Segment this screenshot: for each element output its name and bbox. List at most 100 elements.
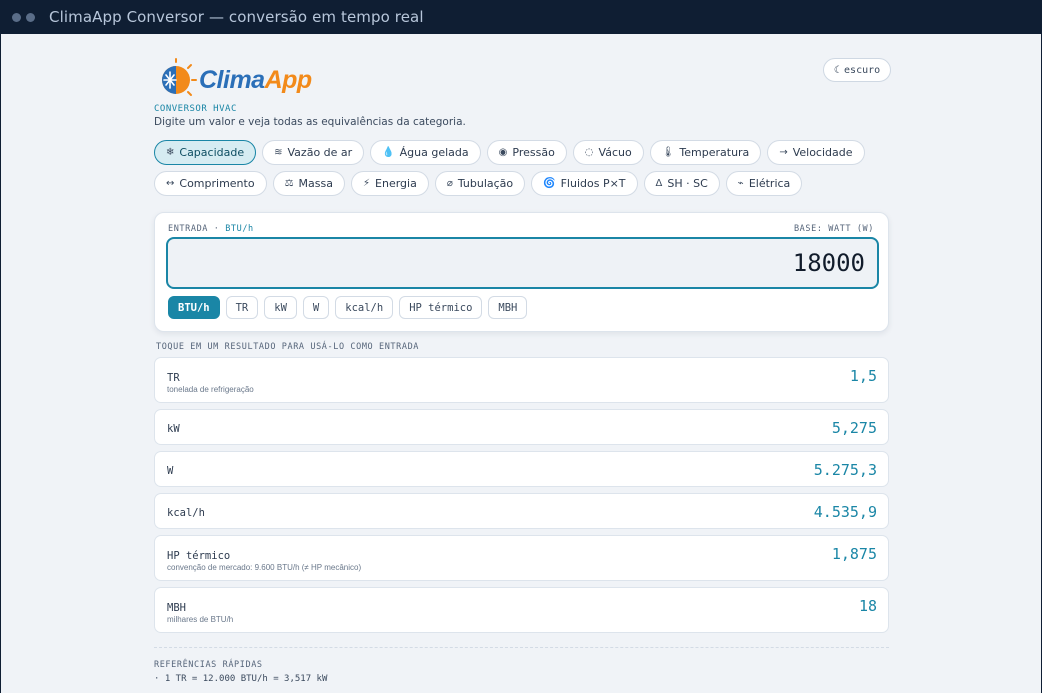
reference-line: · 1 TR = 12.000 BTU/h = 3,517 kW (154, 674, 328, 684)
result-row-kw[interactable]: kW 5,275 (154, 409, 889, 445)
value-input[interactable] (166, 237, 879, 289)
category-icon: ◉ (498, 147, 508, 158)
result-row-kcal-h[interactable]: kcal/h 4.535,9 (154, 493, 889, 529)
window-titlebar: ClimaApp Conversor — conversão em tempo … (0, 0, 1042, 34)
result-row-hp-termico[interactable]: HP térmico convenção de mercado: 9.600 BT… (154, 535, 889, 581)
logo-wordmark: ClimaApp (199, 66, 312, 95)
category-label: Elétrica (748, 177, 791, 190)
category-icon: 🌀 (543, 178, 556, 189)
category-chip-vazao-de-ar[interactable]: ≋ Vazão de ar (262, 140, 365, 165)
input-label: ENTRADA · BTU/h (168, 224, 254, 234)
logo-text-clima: Clima (199, 65, 265, 94)
category-chip-velocidade[interactable]: → Velocidade (767, 140, 865, 165)
category-label: Vácuo (598, 146, 632, 159)
result-value: 5.275,3 (813, 461, 877, 479)
references-title: REFERÊNCIAS RÁPIDAS (154, 660, 263, 670)
category-chip-temperatura[interactable]: 🌡 Temperatura (649, 140, 762, 165)
window-title: ClimaApp Conversor — conversão em tempo … (49, 8, 424, 26)
result-unit: MBH (167, 602, 186, 614)
result-value: 18 (858, 597, 877, 615)
climaapp-logo: ClimaApp (154, 58, 312, 102)
category-icon: ≋ (274, 147, 283, 158)
category-label: Temperatura (679, 146, 750, 159)
category-chip-fluidos-p-t[interactable]: 🌀 Fluidos P×T (531, 171, 638, 196)
result-unit: W (167, 465, 174, 477)
window-dot[interactable] (26, 12, 35, 22)
category-icon: ⌁ (737, 178, 744, 189)
app-subtitle: CONVERSOR HVAC (154, 104, 237, 114)
category-chip-tubulacao[interactable]: ⌀ Tubulação (434, 171, 526, 196)
category-icon: → (779, 147, 788, 158)
result-row-w[interactable]: W 5.275,3 (154, 451, 889, 487)
category-chip-agua-gelada[interactable]: 💧 Água gelada (370, 140, 481, 165)
results-list: TR tonelada de refrigeração 1,5 kW 5,275 W 5.2… (154, 357, 889, 639)
category-label: Velocidade (792, 146, 853, 159)
logo-text-app: App (264, 65, 313, 94)
category-icon: ⚡ (362, 178, 371, 189)
category-label: Vazão de ar (287, 146, 353, 159)
category-chips: ❄ Capacidade ≋ Vazão de ar 💧 Água gelada ◉ Pres… (154, 140, 865, 202)
category-icon: 💧 (382, 147, 395, 158)
result-unit: kcal/h (167, 507, 205, 519)
unit-button-btu-h[interactable]: BTU/h (168, 296, 220, 319)
result-row-mbh[interactable]: MBH milhares de BTU/h 18 (154, 587, 889, 633)
results-hint: TOQUE EM UM RESULTADO PARA USÁ-LO COMO E… (156, 342, 420, 352)
base-unit-label: BASE: WATT (W) (793, 224, 874, 234)
category-icon: ⚖ (284, 178, 294, 189)
unit-selector: BTU/h TR kW Wkcal/h HP térmico MBH (168, 296, 528, 319)
category-label: Comprimento (179, 177, 255, 190)
result-value: 4.535,9 (813, 503, 877, 521)
category-chip-energia[interactable]: ⚡ Energia (350, 171, 429, 196)
category-chip-capacidade[interactable]: ❄ Capacidade (154, 140, 257, 165)
category-label: Pressão (512, 146, 555, 159)
unit-button-w[interactable]: W (302, 296, 330, 319)
result-unit: kW (167, 423, 180, 435)
result-value: 1,875 (831, 545, 877, 563)
unit-button-mbh[interactable]: MBH (488, 296, 528, 319)
result-row-tr[interactable]: TR tonelada de refrigeração 1,5 (154, 357, 889, 403)
category-chip-pressao[interactable]: ◉ Pressão (486, 140, 567, 165)
unit-button-hp-termico[interactable]: HP térmico (399, 296, 483, 319)
category-row: ❄ Capacidade ≋ Vazão de ar 💧 Água gelada ◉ Pres… (154, 140, 865, 165)
category-label: Água gelada (399, 146, 469, 159)
input-unit-label: BTU/h (225, 224, 254, 234)
result-value: 1,5 (849, 367, 877, 385)
app-content: ClimaApp ☾ escuro CONVERSOR HVAC Digite … (1, 34, 1041, 693)
category-label: Capacidade (179, 146, 245, 159)
category-icon: ❄ (166, 147, 175, 158)
theme-toggle-label: escuro (844, 64, 881, 76)
category-chip-sh-sc[interactable]: Δ SH · SC (643, 171, 720, 196)
theme-toggle-button[interactable]: ☾ escuro (823, 58, 892, 82)
category-label: Fluidos P×T (560, 177, 626, 190)
category-icon: ↔ (166, 178, 175, 189)
window-dot[interactable] (12, 12, 21, 22)
unit-button-kcal-h[interactable]: kcal/h (335, 296, 394, 319)
category-label: Tubulação (457, 177, 514, 190)
category-row: ↔ Comprimento ⚖ Massa ⚡ Energia ⌀ Tubulação 🌀 Flu… (154, 171, 854, 196)
result-description: convenção de mercado: 9.600 BTU/h (≠ HP … (167, 563, 362, 572)
window-controls (12, 12, 35, 22)
input-card: ENTRADA · BTU/h BASE: WATT (W) BTU/hTRkW… (154, 212, 889, 332)
category-icon: ◌ (584, 147, 594, 158)
category-chip-massa[interactable]: ⚖ Massa (272, 171, 345, 196)
category-chip-comprimento[interactable]: ↔ Comprimento (154, 171, 267, 196)
category-icon: ⌀ (446, 178, 453, 189)
result-description: milhares de BTU/h (167, 615, 234, 624)
unit-button-kw[interactable]: kW (264, 296, 297, 319)
result-unit: TR (167, 372, 180, 384)
moon-icon: ☾ (834, 64, 841, 76)
input-label-text: ENTRADA · (168, 224, 220, 234)
category-label: SH · SC (667, 177, 708, 190)
category-chip-eletrica[interactable]: ⌁ Elétrica (725, 171, 803, 196)
category-icon: Δ (655, 178, 663, 189)
category-label: Energia (375, 177, 417, 190)
result-value: 5,275 (831, 419, 877, 437)
logo-icon (154, 58, 198, 102)
divider (154, 647, 889, 648)
app-tagline: Digite um valor e veja todas as equivalê… (154, 116, 466, 128)
category-label: Massa (298, 177, 333, 190)
category-chip-vacuo[interactable]: ◌ Vácuo (572, 140, 644, 165)
category-icon: 🌡 (661, 147, 675, 158)
unit-button-tr[interactable]: TR (225, 296, 259, 319)
result-description: tonelada de refrigeração (167, 385, 254, 394)
